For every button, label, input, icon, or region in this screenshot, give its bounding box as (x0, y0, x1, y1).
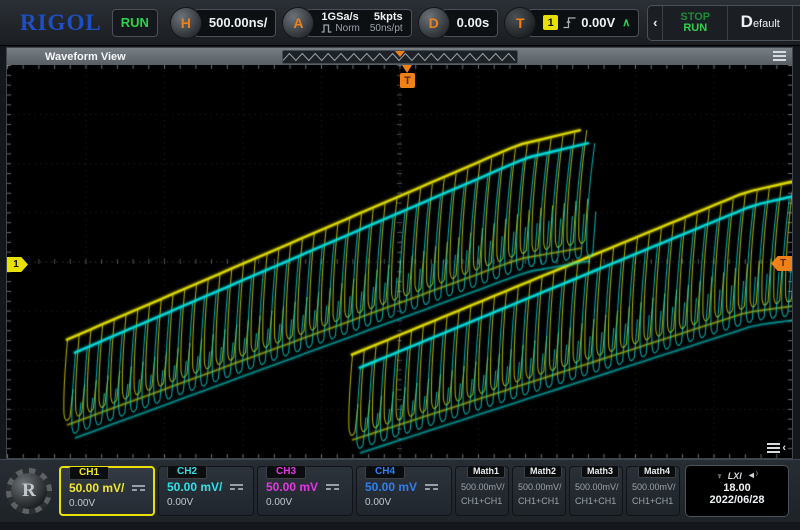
channel-card-ch4[interactable]: CH4 50.00 mV 0.00V (356, 466, 452, 516)
math-tab-label: Math1 (467, 466, 505, 478)
math-scale-value: 500.00mV/ (518, 482, 562, 492)
system-date: 2022/06/28 (686, 494, 788, 506)
acquisition-knob[interactable]: A (282, 7, 314, 39)
oscilloscope-screen: RIGOL RUN H 500.00ns/ A 1GSa/s Norm 5kpt… (0, 0, 800, 530)
math-scale-value: 500.00mV/ (461, 482, 505, 492)
toolbar-prev-button[interactable]: ‹ (648, 15, 662, 30)
acquisition-group: A 1GSa/s Norm 5kpts 50ns/pt (282, 7, 411, 39)
run-state-badge[interactable]: RUN (112, 9, 158, 37)
math-expression: CH1+CH1 (632, 496, 676, 506)
trigger-coupling-icon: ∧ (622, 16, 630, 29)
acquisition-button[interactable]: 1GSa/s Norm 5kpts 50ns/pt (306, 9, 411, 37)
waveform-view-title: Waveform View (7, 51, 126, 63)
math-expression: CH1+CH1 (518, 496, 562, 506)
math-card-math4[interactable]: Math4 500.00mV/ CH1+CH1 (626, 466, 680, 516)
rising-edge-icon (563, 16, 576, 29)
channel-offset-value: 0.00V (365, 497, 445, 508)
channel-tab-label: CH4 (365, 466, 405, 479)
channel-tab-label: CH1 (69, 467, 109, 480)
math-tab-label: Math2 (524, 466, 562, 478)
trigger-level-value: 0.00V (581, 15, 615, 30)
dc-coupling-icon (230, 484, 243, 490)
waveform-view-header[interactable]: Waveform View (7, 48, 792, 65)
trigger-knob[interactable]: T (504, 7, 536, 39)
delay-button[interactable]: 0.00s (442, 9, 499, 37)
lxi-icon: LXI (728, 471, 742, 481)
channel-tab-label: CH3 (266, 466, 306, 479)
waveform-display-area: T 1 T ‹ (7, 65, 792, 458)
sample-rate: 1GSa/s (321, 11, 359, 23)
channel-tab-label: CH2 (167, 466, 207, 479)
channel-card-ch2[interactable]: CH2 50.00 mV/ 0.00V (158, 466, 254, 516)
math-card-math1[interactable]: Math1 500.00mV/ CH1+CH1 (455, 466, 509, 516)
horizontal-scale-button[interactable]: 500.00ns/ (194, 9, 277, 37)
stop-run-button[interactable]: STOP RUN (662, 6, 727, 40)
math-expression: CH1+CH1 (461, 496, 505, 506)
dc-coupling-icon (132, 485, 145, 491)
measure-button[interactable]: Measure (792, 6, 800, 40)
speaker-icon: ◄⁾ (747, 470, 758, 481)
math-card-math2[interactable]: Math2 500.00mV/ CH1+CH1 (512, 466, 566, 516)
system-time: 18.00 (686, 482, 788, 494)
channel-scale-value: 50.00 mV (266, 480, 318, 494)
delay-value: 0.00s (457, 15, 490, 30)
channel-scale-value: 50.00 mV (365, 480, 417, 494)
math-card-math3[interactable]: Math3 500.00mV/ CH1+CH1 (569, 466, 623, 516)
system-info-panel[interactable]: ♆ LXI ◄⁾ 18.00 2022/06/28 (685, 465, 789, 517)
channel-scale-value: 50.00 mV/ (167, 480, 222, 494)
header-menu-icon[interactable] (773, 51, 786, 61)
dc-coupling-icon (326, 484, 339, 490)
delay-group: D 0.00s (418, 7, 499, 39)
rigol-logo: RIGOL (4, 10, 110, 36)
channel-offset-value: 0.00V (266, 497, 346, 508)
channel-card-ch3[interactable]: CH3 50.00 mV 0.00V (257, 466, 353, 516)
math-scale-value: 500.00mV/ (575, 482, 619, 492)
bottom-status-bar: R CH1 50.00 mV/ 0.00V CH2 50.00 mV/ 0.00… (0, 459, 800, 522)
quick-toolbar: ‹ STOP RUN Default Measure Flex Knob › (647, 5, 800, 41)
collapse-menu-icon[interactable]: ‹ (767, 443, 786, 453)
dc-coupling-icon (425, 484, 438, 490)
usb-icon: ♆ (716, 471, 723, 481)
delay-knob[interactable]: D (418, 7, 450, 39)
horizontal-scale-value: 500.00ns/ (209, 15, 268, 30)
timebase-overview-strip[interactable] (282, 50, 518, 64)
time-per-point: 50ns/pt (370, 23, 403, 35)
trigger-position-arrow-icon (402, 65, 412, 73)
math-scale-value: 500.00mV/ (632, 482, 676, 492)
channel-scale-value: 50.00 mV/ (69, 481, 124, 495)
stop-label: STOP (680, 12, 710, 23)
channel-offset-value: 0.00V (167, 497, 247, 508)
memory-depth: 5kpts (370, 11, 403, 23)
trigger-group: T 1 0.00V ∧ (504, 7, 639, 39)
rigol-gear-logo[interactable]: R (6, 468, 52, 514)
top-status-bar: RIGOL RUN H 500.00ns/ A 1GSa/s Norm 5kpt… (0, 0, 800, 46)
run-label: RUN (683, 23, 707, 34)
trigger-position-label: T (400, 73, 415, 88)
waveform-view-panel: Waveform View T 1 T ‹ (6, 47, 793, 459)
pulse-icon (321, 24, 332, 33)
horizontal-knob[interactable]: H (170, 7, 202, 39)
math-tab-label: Math3 (581, 466, 619, 478)
default-button[interactable]: Default (727, 6, 792, 40)
channel-card-ch1[interactable]: CH1 50.00 mV/ 0.00V (59, 466, 155, 516)
trigger-source-badge: 1 (543, 15, 558, 30)
trigger-button[interactable]: 1 0.00V ∧ (528, 9, 639, 37)
acquire-mode: Norm (335, 23, 359, 35)
channel-offset-value: 0.00V (69, 498, 147, 509)
math-tab-label: Math4 (638, 466, 676, 478)
rigol-gear-letter: R (11, 473, 47, 509)
trigger-position-marker[interactable]: T (399, 65, 416, 88)
horizontal-group: H 500.00ns/ (170, 7, 277, 39)
waveform-canvas[interactable] (7, 65, 792, 458)
math-expression: CH1+CH1 (575, 496, 619, 506)
default-label: Default (741, 16, 780, 30)
overview-trigger-marker (395, 51, 405, 57)
